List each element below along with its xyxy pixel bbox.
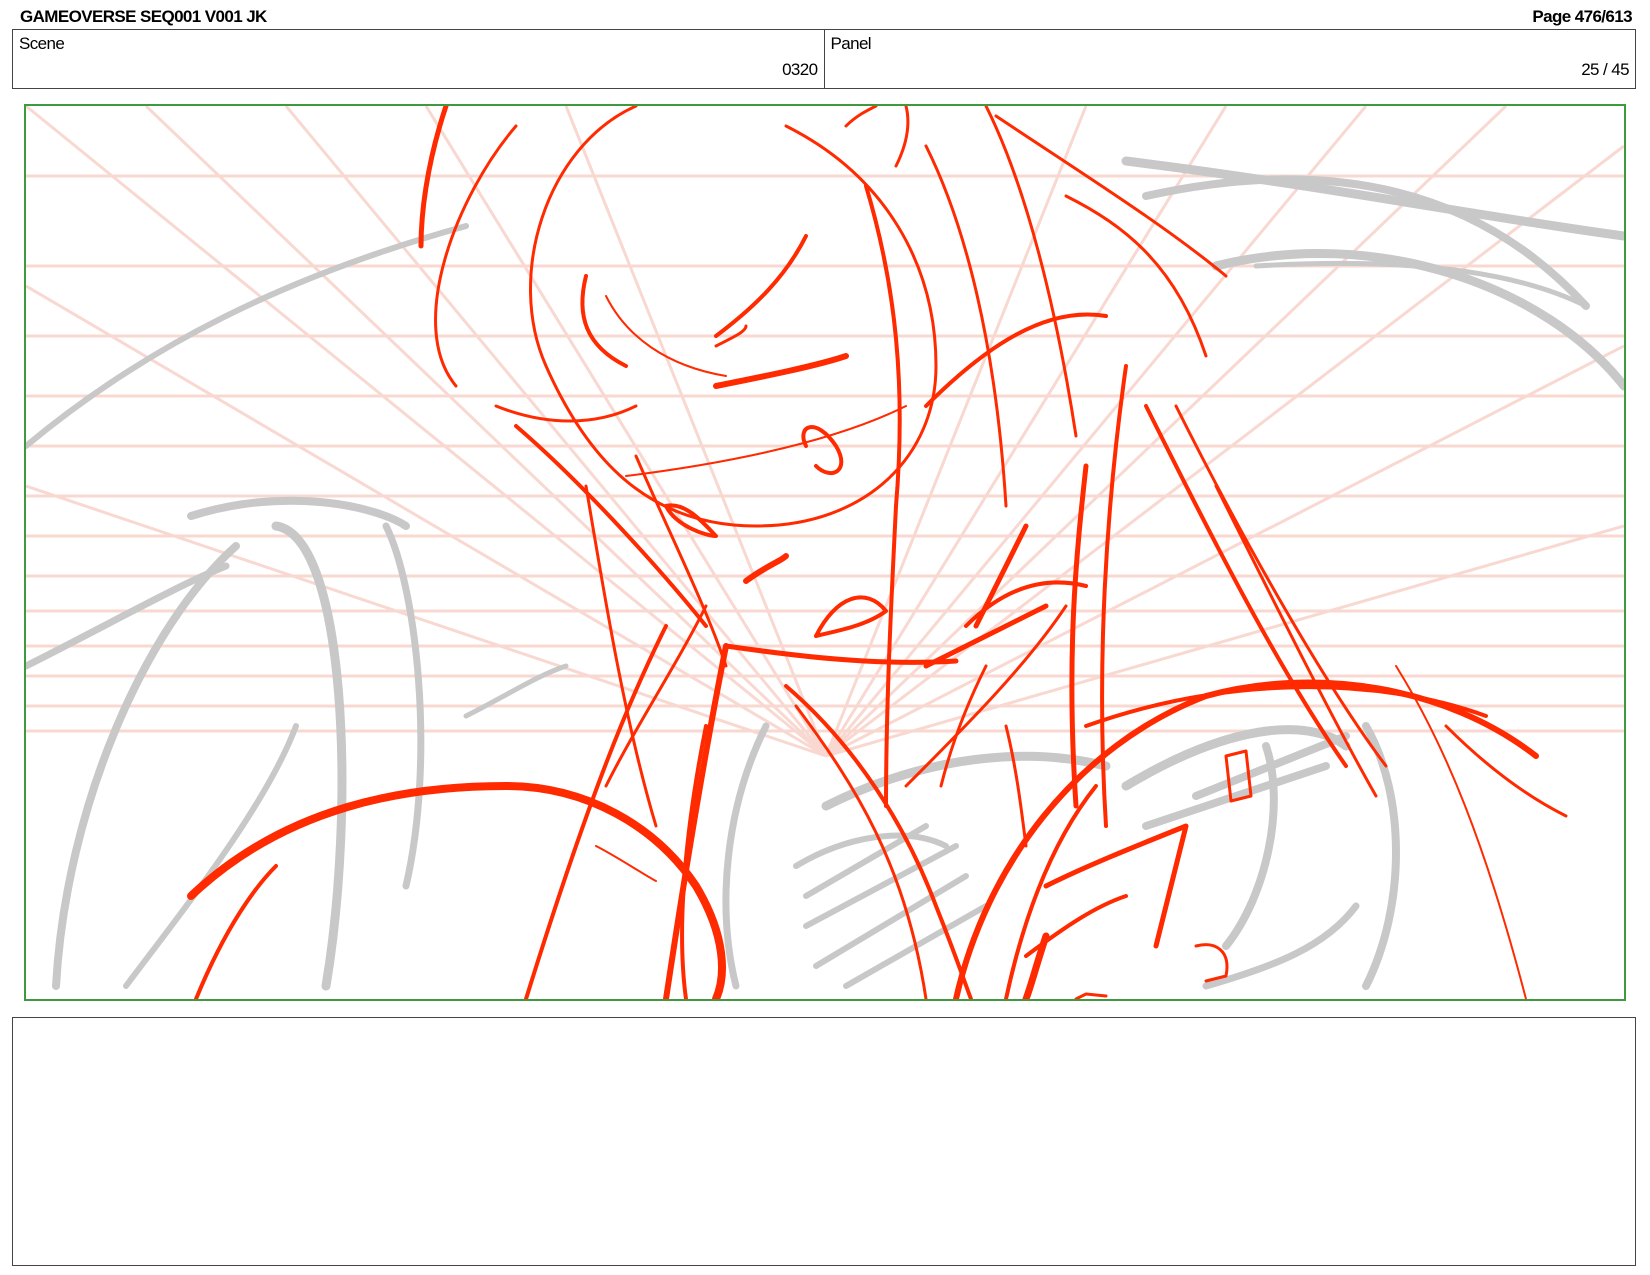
panel-value: 25 / 45 <box>1581 60 1629 79</box>
document-title: GAMEOVERSE SEQ001 V001 JK <box>20 7 267 26</box>
panel-cell: Panel 25 / 45 <box>823 30 1636 88</box>
storyboard-sketch <box>26 106 1624 999</box>
storyboard-panel <box>24 104 1626 1001</box>
scene-label: Scene <box>19 34 65 53</box>
panel-label: Panel <box>830 34 872 53</box>
scene-panel-info: Scene 0320 Panel 25 / 45 <box>12 29 1636 89</box>
notes-box <box>12 1017 1636 1266</box>
page-number: Page 476/613 <box>1532 7 1632 26</box>
gray-sketch-lines <box>26 156 1624 991</box>
scene-cell: Scene 0320 <box>13 30 824 88</box>
scene-value: 0320 <box>782 60 818 79</box>
